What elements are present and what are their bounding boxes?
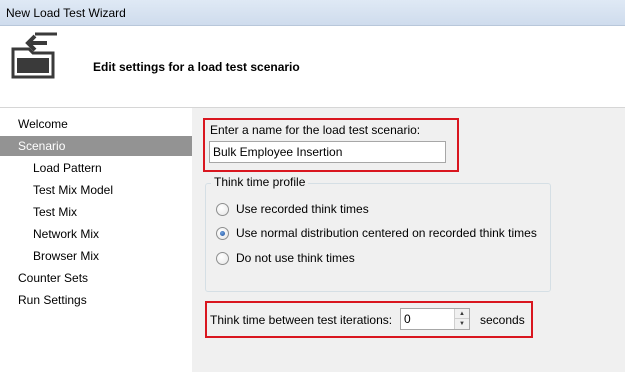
radio-no-think-times[interactable]: Do not use think times: [216, 250, 516, 268]
stepper-down-arrow-icon[interactable]: ▼: [454, 319, 469, 329]
wizard-nav: Welcome Scenario Load Pattern Test Mix M…: [0, 108, 192, 372]
settings-panel: Enter a name for the load test scenario:…: [192, 108, 625, 372]
radio-button-icon: [216, 203, 229, 216]
nav-item-welcome[interactable]: Welcome: [0, 114, 192, 134]
stepper-value: 0: [404, 312, 411, 326]
radio-normal-distribution[interactable]: Use normal distribution centered on reco…: [216, 225, 546, 243]
nav-item-counter-sets[interactable]: Counter Sets: [0, 268, 192, 288]
radio-button-icon: [216, 252, 229, 265]
nav-item-test-mix[interactable]: Test Mix: [0, 202, 192, 222]
think-time-profile-legend: Think time profile: [211, 175, 309, 189]
nav-item-test-mix-model[interactable]: Test Mix Model: [0, 180, 192, 200]
window-title: New Load Test Wizard: [6, 6, 126, 20]
radio-button-selected-icon: [216, 227, 229, 240]
nav-item-network-mix[interactable]: Network Mix: [0, 224, 192, 244]
nav-item-scenario[interactable]: Scenario: [0, 136, 192, 156]
nav-item-run-settings[interactable]: Run Settings: [0, 290, 192, 310]
scenario-name-input[interactable]: Bulk Employee Insertion: [209, 141, 446, 163]
radio-recorded-think-times[interactable]: Use recorded think times: [216, 201, 516, 219]
think-time-iterations-label: Think time between test iterations:: [210, 313, 393, 327]
radio-label: Use normal distribution centered on reco…: [236, 226, 537, 240]
radio-label: Do not use think times: [236, 251, 355, 265]
wizard-icon: [11, 32, 57, 79]
stepper-up-arrow-icon[interactable]: ▲: [454, 309, 469, 319]
think-time-iterations-stepper[interactable]: 0 ▲ ▼: [400, 308, 470, 330]
title-bar: New Load Test Wizard: [0, 0, 625, 26]
nav-item-load-pattern[interactable]: Load Pattern: [0, 158, 192, 178]
seconds-unit-label: seconds: [480, 313, 525, 327]
nav-item-browser-mix[interactable]: Browser Mix: [0, 246, 192, 266]
page-heading: Edit settings for a load test scenario: [93, 60, 300, 74]
scenario-name-label: Enter a name for the load test scenario:: [210, 123, 421, 137]
radio-label: Use recorded think times: [236, 202, 369, 216]
wizard-header: Edit settings for a load test scenario: [0, 26, 625, 108]
